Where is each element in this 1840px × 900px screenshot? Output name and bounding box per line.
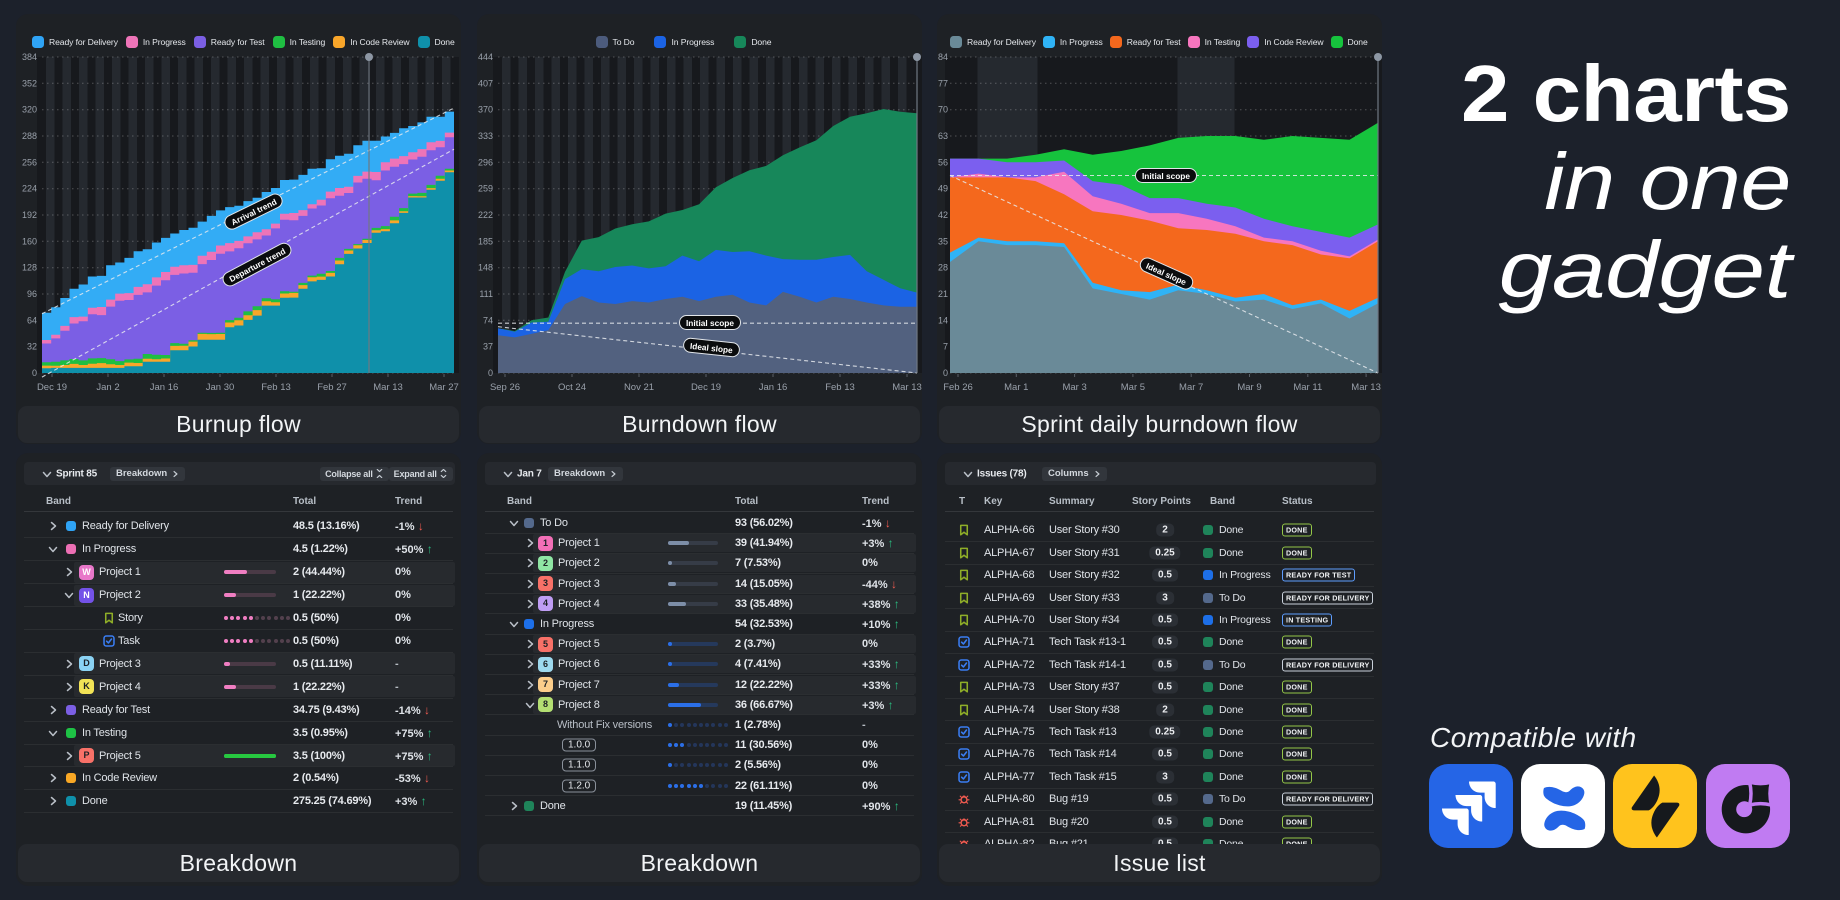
svg-text:444: 444 bbox=[478, 52, 493, 62]
svg-text:Oct 24: Oct 24 bbox=[558, 382, 586, 393]
svg-text:224: 224 bbox=[22, 184, 37, 194]
svg-text:333: 333 bbox=[478, 131, 493, 141]
svg-text:256: 256 bbox=[22, 157, 37, 167]
svg-text:0: 0 bbox=[32, 368, 37, 378]
svg-text:Dec 19: Dec 19 bbox=[37, 382, 67, 393]
svg-text:296: 296 bbox=[478, 157, 493, 167]
svg-text:74: 74 bbox=[483, 315, 493, 325]
svg-text:Jan 2: Jan 2 bbox=[96, 382, 119, 393]
svg-text:Mar 7: Mar 7 bbox=[1179, 382, 1203, 393]
svg-text:Feb 13: Feb 13 bbox=[825, 382, 855, 393]
svg-text:Mar 13: Mar 13 bbox=[892, 382, 922, 393]
svg-text:14: 14 bbox=[938, 315, 948, 325]
svg-text:35: 35 bbox=[938, 236, 948, 246]
svg-text:63: 63 bbox=[938, 131, 948, 141]
svg-text:Nov 21: Nov 21 bbox=[624, 382, 654, 393]
svg-text:Jan 16: Jan 16 bbox=[759, 382, 788, 393]
svg-text:Jan 30: Jan 30 bbox=[206, 382, 235, 393]
svg-text:148: 148 bbox=[478, 263, 493, 273]
svg-text:Jan 16: Jan 16 bbox=[150, 382, 179, 393]
svg-text:407: 407 bbox=[478, 78, 493, 88]
svg-text:352: 352 bbox=[22, 78, 37, 88]
svg-text:7: 7 bbox=[943, 342, 948, 352]
svg-text:Mar 3: Mar 3 bbox=[1062, 382, 1086, 393]
svg-text:Mar 13: Mar 13 bbox=[373, 382, 403, 393]
svg-text:64: 64 bbox=[27, 315, 37, 325]
svg-text:128: 128 bbox=[22, 263, 37, 273]
svg-text:49: 49 bbox=[938, 184, 948, 194]
svg-text:384: 384 bbox=[22, 52, 37, 62]
svg-text:222: 222 bbox=[478, 210, 493, 220]
svg-text:21: 21 bbox=[938, 289, 948, 299]
svg-text:Feb 13: Feb 13 bbox=[261, 382, 291, 393]
svg-text:56: 56 bbox=[938, 157, 948, 167]
svg-text:0: 0 bbox=[943, 368, 948, 378]
svg-text:37: 37 bbox=[483, 342, 493, 352]
svg-text:288: 288 bbox=[22, 131, 37, 141]
svg-text:Mar 13: Mar 13 bbox=[1351, 382, 1381, 393]
svg-text:Mar 27: Mar 27 bbox=[429, 382, 459, 393]
svg-text:Mar 5: Mar 5 bbox=[1121, 382, 1145, 393]
svg-text:84: 84 bbox=[938, 52, 948, 62]
svg-text:Feb 26: Feb 26 bbox=[943, 382, 973, 393]
svg-text:Mar 11: Mar 11 bbox=[1293, 382, 1322, 393]
svg-text:77: 77 bbox=[938, 78, 948, 88]
svg-text:0: 0 bbox=[488, 368, 493, 378]
svg-text:111: 111 bbox=[479, 289, 493, 299]
svg-text:Sep 26: Sep 26 bbox=[490, 382, 520, 393]
svg-text:96: 96 bbox=[27, 289, 37, 299]
svg-text:70: 70 bbox=[938, 105, 948, 115]
svg-text:259: 259 bbox=[478, 184, 493, 194]
svg-text:160: 160 bbox=[22, 236, 37, 246]
svg-text:370: 370 bbox=[478, 105, 493, 115]
svg-text:28: 28 bbox=[938, 263, 948, 273]
svg-text:Mar 9: Mar 9 bbox=[1237, 382, 1261, 393]
svg-text:Dec 19: Dec 19 bbox=[691, 382, 721, 393]
svg-text:42: 42 bbox=[938, 210, 948, 220]
svg-text:192: 192 bbox=[22, 210, 37, 220]
svg-text:Mar 1: Mar 1 bbox=[1004, 382, 1028, 393]
svg-text:Feb 27: Feb 27 bbox=[317, 382, 347, 393]
svg-text:320: 320 bbox=[22, 105, 37, 115]
svg-text:32: 32 bbox=[27, 342, 37, 352]
svg-text:185: 185 bbox=[478, 236, 493, 246]
